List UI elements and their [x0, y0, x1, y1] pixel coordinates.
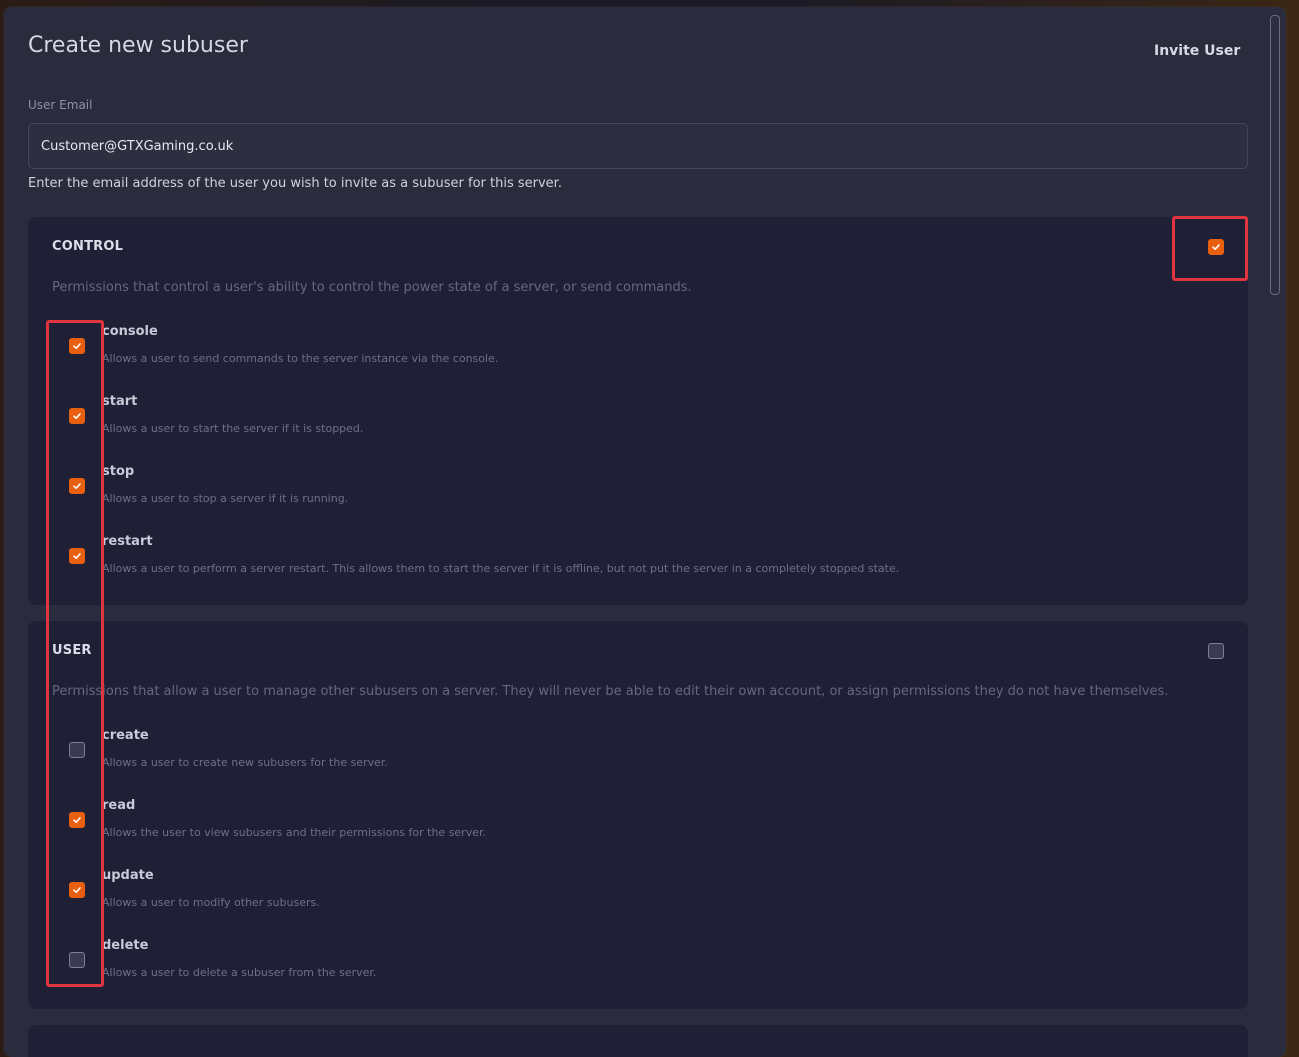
permission-description: Allows a user to delete a subuser from t… — [102, 966, 377, 979]
permission-name: start — [102, 394, 138, 409]
permission-checkbox-restart[interactable] — [69, 548, 85, 564]
permission-group-control: CONTROL Permissions that control a user'… — [28, 217, 1248, 605]
checkmark-icon — [1212, 244, 1220, 250]
checkmark-icon — [73, 553, 81, 559]
permission-name: restart — [102, 534, 153, 549]
group-description: Permissions that allow a user to manage … — [52, 684, 1169, 699]
permission-name: stop — [102, 464, 135, 479]
group-title: USER — [52, 643, 92, 658]
user-email-help-text: Enter the email address of the user you … — [28, 176, 562, 191]
scrollbar[interactable] — [1270, 15, 1280, 295]
permission-group-user: USER Permissions that allow a user to ma… — [28, 621, 1248, 1009]
permission-description: Allows a user to start the server if it … — [102, 422, 364, 435]
user-email-input[interactable] — [28, 123, 1248, 169]
permission-checkbox-create[interactable] — [69, 742, 85, 758]
permission-checkbox-delete[interactable] — [69, 952, 85, 968]
create-subuser-modal: Create new subuser Invite User User Emai… — [4, 7, 1286, 1057]
permission-name: update — [102, 868, 154, 883]
permission-description: Allows a user to modify other subusers. — [102, 896, 320, 909]
checkmark-icon — [73, 817, 81, 823]
modal-title: Create new subuser — [28, 33, 248, 58]
permission-checkbox-update[interactable] — [69, 882, 85, 898]
checkmark-icon — [73, 483, 81, 489]
permission-description: Allows a user to perform a server restar… — [102, 562, 900, 575]
invite-user-button[interactable]: Invite User — [1146, 37, 1248, 65]
permission-name: console — [102, 324, 158, 339]
checkmark-icon — [73, 413, 81, 419]
checkmark-icon — [73, 887, 81, 893]
group-description: Permissions that control a user's abilit… — [52, 280, 692, 295]
permission-name: read — [102, 798, 136, 813]
select-all-checkbox[interactable] — [1208, 239, 1224, 255]
permission-name: delete — [102, 938, 149, 953]
checkmark-icon — [73, 343, 81, 349]
user-email-label: User Email — [28, 98, 93, 112]
permission-description: Allows a user to stop a server if it is … — [102, 492, 349, 505]
permission-checkbox-stop[interactable] — [69, 478, 85, 494]
permission-description: Allows a user to create new subusers for… — [102, 756, 388, 769]
permission-checkbox-read[interactable] — [69, 812, 85, 828]
permission-name: create — [102, 728, 149, 743]
permission-checkbox-start[interactable] — [69, 408, 85, 424]
permission-group-next — [28, 1025, 1248, 1057]
permission-checkbox-console[interactable] — [69, 338, 85, 354]
permission-description: Allows the user to view subusers and the… — [102, 826, 486, 839]
permission-description: Allows a user to send commands to the se… — [102, 352, 499, 365]
select-all-checkbox[interactable] — [1208, 643, 1224, 659]
group-title: CONTROL — [52, 239, 124, 254]
